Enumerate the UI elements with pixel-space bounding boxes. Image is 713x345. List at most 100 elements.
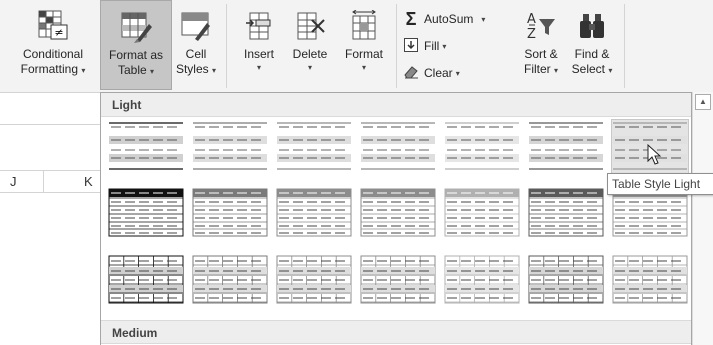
table-style-swatch[interactable] <box>528 187 604 240</box>
table-style-swatch[interactable] <box>192 254 268 307</box>
table-style-preview-icon <box>444 188 520 237</box>
clear-label: Clear <box>424 66 453 80</box>
table-style-swatch[interactable] <box>444 254 520 307</box>
table-style-preview-icon <box>193 122 267 170</box>
column-header-border <box>0 170 100 171</box>
chevron-down-icon: ▾ <box>212 66 217 75</box>
delete-cells-icon <box>294 5 326 47</box>
autosum-label: AutoSum <box>424 12 474 26</box>
ribbon-bottom-border <box>0 92 100 93</box>
chevron-down-icon: ▾ <box>361 63 366 72</box>
fill-label: Fill <box>424 39 440 53</box>
cell-styles-label-2: Styles ▾ <box>175 62 217 76</box>
find-select-button[interactable]: Find & Select ▾ <box>566 0 618 90</box>
fill-button[interactable]: Fill ▾ <box>402 36 446 56</box>
binoculars-icon <box>576 5 608 47</box>
cell-styles-button[interactable]: Cell Styles ▾ <box>173 0 219 90</box>
format-as-table-button[interactable]: Format as Table ▾ <box>100 0 172 90</box>
table-style-swatch[interactable] <box>108 254 184 307</box>
format-cells-button[interactable]: Format ▾ <box>338 0 390 90</box>
table-style-swatch[interactable] <box>276 254 352 307</box>
table-style-tooltip: Table Style Light <box>607 173 713 195</box>
table-style-preview-icon <box>528 188 604 237</box>
insert-cells-icon <box>244 5 274 47</box>
table-style-preview-icon <box>192 188 268 237</box>
table-style-preview-icon <box>444 255 520 304</box>
find-select-label-2: Select ▾ <box>571 62 613 76</box>
table-style-swatch[interactable] <box>612 254 688 307</box>
table-style-preview-icon <box>108 188 184 237</box>
table-style-preview-icon <box>445 122 519 170</box>
sort-filter-label-2: Filter ▾ <box>523 62 559 76</box>
table-style-swatch[interactable] <box>360 187 436 240</box>
svg-text:Z: Z <box>527 27 536 42</box>
format-as-table-label-1: Format as <box>108 48 163 62</box>
table-style-swatch[interactable] <box>276 187 352 240</box>
ribbon: ≠ Conditional Formatting ▾ Format as Tab… <box>0 0 713 92</box>
chevron-down-icon: ▾ <box>256 63 261 72</box>
column-header-border <box>0 192 100 193</box>
cell-styles-icon <box>179 5 213 47</box>
delete-label: Delete <box>292 47 328 61</box>
sigma-icon: Σ <box>405 8 417 29</box>
insert-label: Insert <box>243 47 274 61</box>
table-style-swatch[interactable] <box>444 120 520 173</box>
formula-bar-border <box>0 124 100 125</box>
format-cells-icon <box>348 5 380 47</box>
table-style-preview-icon <box>361 122 435 170</box>
chevron-down-icon: ▾ <box>481 14 486 24</box>
table-style-preview-icon <box>612 255 688 304</box>
group-separator <box>226 4 227 88</box>
conditional-formatting-label-1: Conditional <box>22 47 84 61</box>
group-separator <box>396 4 397 88</box>
table-style-preview-icon <box>360 188 436 237</box>
conditional-formatting-label-2: Formatting ▾ <box>20 62 86 76</box>
gallery-scrollbar[interactable]: ▲ <box>692 92 713 345</box>
clear-button[interactable]: Clear ▾ <box>402 63 460 83</box>
table-style-preview-icon <box>276 255 352 304</box>
eraser-icon <box>402 65 420 82</box>
table-style-swatch[interactable] <box>192 120 268 173</box>
sort-filter-label-1: Sort & <box>524 47 558 61</box>
table-style-swatch[interactable] <box>528 120 604 173</box>
column-header-j[interactable]: J <box>10 174 17 189</box>
delete-cells-button[interactable]: Delete ▾ <box>285 0 335 90</box>
table-style-swatch[interactable] <box>192 187 268 240</box>
scroll-up-icon[interactable]: ▲ <box>695 94 711 110</box>
chevron-down-icon: ▾ <box>608 66 613 75</box>
table-style-preview-icon <box>360 255 436 304</box>
chevron-down-icon: ▾ <box>81 66 86 75</box>
column-header-k[interactable]: K <box>84 174 93 189</box>
chevron-down-icon: ▾ <box>442 41 447 51</box>
table-style-preview-icon <box>108 255 184 304</box>
table-style-swatch[interactable] <box>360 120 436 173</box>
chevron-down-icon: ▾ <box>150 67 155 76</box>
table-style-swatch[interactable] <box>444 187 520 240</box>
autosum-button[interactable]: Σ AutoSum ▾ <box>402 8 486 29</box>
table-style-swatch[interactable] <box>360 254 436 307</box>
table-style-preview-icon <box>276 188 352 237</box>
table-style-gallery: Light Medium <box>100 92 692 345</box>
table-style-swatch[interactable] <box>528 254 604 307</box>
section-header-light: Light <box>101 93 691 117</box>
table-style-swatch[interactable] <box>276 120 352 173</box>
conditional-formatting-button[interactable]: ≠ Conditional Formatting ▾ <box>8 0 98 90</box>
format-as-table-icon <box>119 6 153 48</box>
conditional-formatting-icon: ≠ <box>37 5 69 47</box>
sort-filter-icon: A Z <box>525 5 557 47</box>
svg-text:≠: ≠ <box>54 26 63 39</box>
sort-filter-button[interactable]: A Z Sort & Filter ▾ <box>516 0 566 90</box>
table-style-swatch[interactable] <box>108 187 184 240</box>
column-divider <box>43 170 44 192</box>
format-label: Format <box>344 47 383 61</box>
insert-cells-button[interactable]: Insert ▾ <box>236 0 282 90</box>
table-style-preview-icon <box>529 122 603 170</box>
find-select-label-1: Find & <box>574 47 610 61</box>
table-style-preview-icon <box>109 122 183 170</box>
table-style-preview-icon <box>528 255 604 304</box>
table-style-swatch[interactable] <box>108 120 184 173</box>
section-header-medium: Medium <box>101 320 691 344</box>
chevron-down-icon: ▾ <box>455 68 460 78</box>
group-separator <box>624 4 625 88</box>
table-style-preview-icon <box>277 122 351 170</box>
